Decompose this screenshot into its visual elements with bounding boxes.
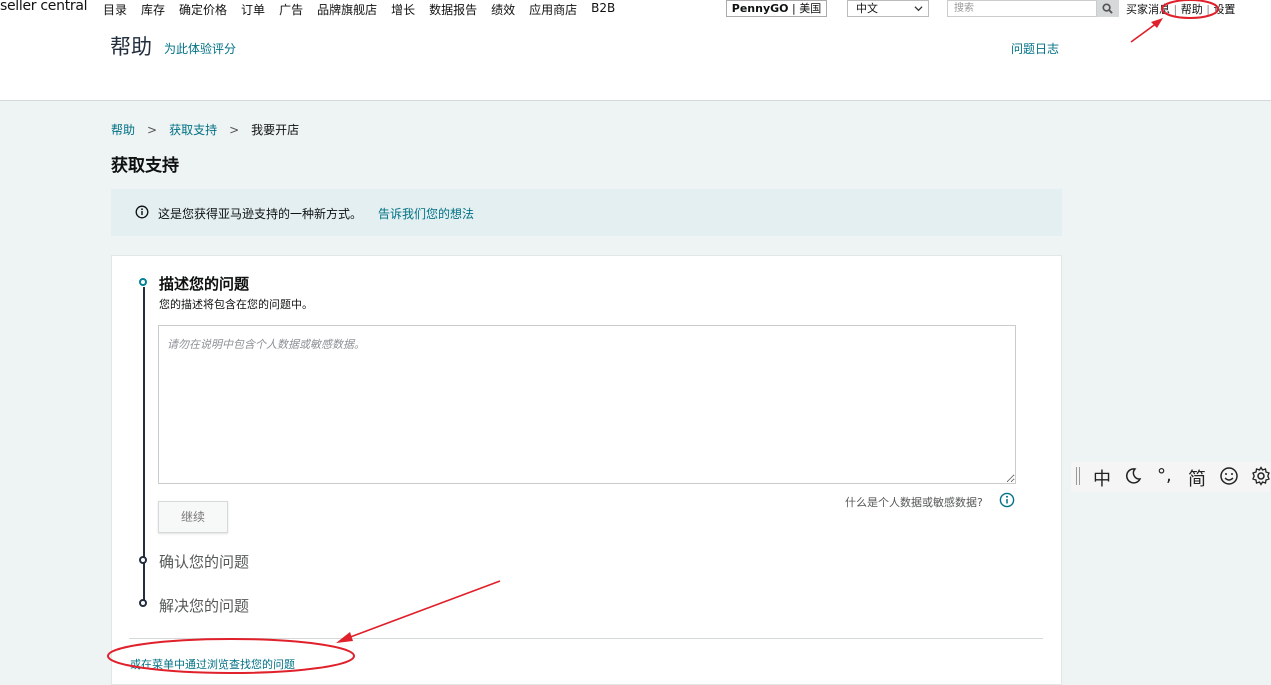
store-separator: |	[788, 2, 800, 15]
case-log-link[interactable]: 问题日志	[1011, 40, 1059, 57]
ime-toolbar: 中 °, 简	[1071, 462, 1271, 492]
issue-description-field[interactable]	[158, 325, 1016, 484]
store-region: 美国	[799, 2, 822, 15]
search-button[interactable]	[1097, 0, 1119, 17]
smiley-icon[interactable]	[1219, 466, 1239, 491]
seller-central-logo[interactable]: seller central	[0, 0, 88, 14]
language-select[interactable]: 中文	[847, 0, 929, 17]
step-1-marker	[139, 278, 147, 286]
nav-item-reports[interactable]: 数据报告	[429, 1, 477, 18]
feedback-link[interactable]: 告诉我们您的想法	[378, 205, 474, 222]
step-3-title: 解决您的问题	[159, 597, 250, 615]
main-menu: 目录 库存 确定价格 订单 广告 品牌旗舰店 增长 数据报告 绩效 应用商店 B…	[103, 1, 615, 18]
nav-item-orders[interactable]: 订单	[241, 1, 265, 18]
step-3-marker	[139, 599, 147, 607]
nav-item-pricing[interactable]: 确定价格	[179, 1, 227, 18]
language-value: 中文	[856, 2, 878, 15]
step-2-marker	[139, 556, 147, 564]
breadcrumb-separator: >	[147, 123, 158, 137]
rate-experience-link[interactable]: 为此体验评分	[164, 40, 236, 57]
script-toggle[interactable]: 简	[1188, 465, 1206, 491]
store-name: PennyGO	[731, 2, 789, 15]
breadcrumb: 帮助 > 获取支持 > 我要开店	[111, 121, 299, 138]
pii-help-text: 什么是个人数据或敏感数据?	[845, 496, 983, 509]
info-banner: 这是您获得亚马逊支持的一种新方式。 告诉我们您的想法	[111, 189, 1062, 236]
nav-item-stores[interactable]: 品牌旗舰店	[317, 1, 377, 18]
nav-item-performance[interactable]: 绩效	[491, 1, 515, 18]
breadcrumb-current: 我要开店	[251, 123, 300, 137]
settings-link[interactable]: 设置	[1213, 3, 1235, 16]
ime-mode-toggle[interactable]: 中	[1093, 465, 1111, 491]
breadcrumb-separator: >	[229, 123, 240, 137]
store-switcher[interactable]: PennyGO | 美国	[726, 0, 827, 17]
top-navigation-bar: seller central 目录 库存 确定价格 订单 广告 品牌旗舰店 增长…	[0, 0, 1271, 20]
buyer-messages-link[interactable]: 买家消息	[1126, 3, 1170, 16]
step-1-subtitle: 您的描述将包含在您的问题中。	[159, 298, 313, 311]
moon-icon[interactable]	[1123, 466, 1143, 491]
info-icon[interactable]	[999, 492, 1015, 508]
step-1-title: 描述您的问题	[159, 275, 250, 293]
step-2-title: 确认您的问题	[159, 553, 250, 571]
drag-handle-icon[interactable]	[1076, 467, 1080, 485]
nav-item-growth[interactable]: 增长	[391, 1, 415, 18]
chevron-down-icon	[914, 6, 923, 12]
divider	[129, 638, 1043, 639]
search-input[interactable]: 搜索	[947, 0, 1097, 17]
link-separator: |	[1206, 3, 1210, 16]
info-icon	[135, 205, 149, 219]
nav-item-advertising[interactable]: 广告	[279, 1, 303, 18]
punctuation-toggle[interactable]: °,	[1157, 465, 1172, 486]
nav-item-appstore[interactable]: 应用商店	[529, 1, 577, 18]
help-title: 帮助	[110, 35, 152, 59]
link-separator: |	[1173, 3, 1178, 16]
gear-icon[interactable]	[1251, 466, 1271, 491]
breadcrumb-help[interactable]: 帮助	[111, 123, 135, 137]
help-link[interactable]: 帮助	[1181, 3, 1203, 16]
help-header	[0, 20, 1271, 101]
browse-menu-link[interactable]: 或在菜单中通过浏览查找您的问题	[130, 656, 295, 672]
page-title: 获取支持	[111, 156, 179, 176]
nav-item-inventory[interactable]: 库存	[141, 1, 165, 18]
search-icon	[1102, 3, 1113, 14]
nav-item-catalog[interactable]: 目录	[103, 1, 127, 18]
utility-links: 买家消息 | 帮助 | 设置	[1126, 1, 1235, 17]
nav-item-b2b[interactable]: B2B	[591, 1, 615, 18]
banner-text: 这是您获得亚马逊支持的一种新方式。	[158, 207, 363, 221]
continue-button[interactable]: 继续	[158, 501, 228, 533]
breadcrumb-get-support[interactable]: 获取支持	[169, 123, 217, 137]
